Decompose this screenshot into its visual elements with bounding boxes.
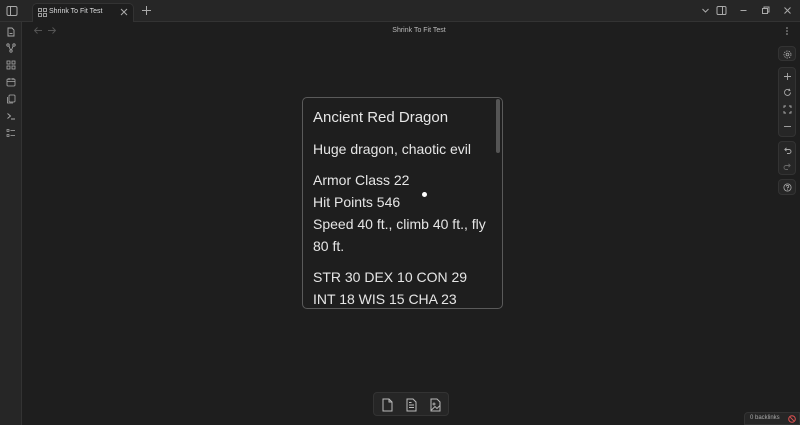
title-bar: Shrink To Fit Test <box>0 0 800 22</box>
help-icon[interactable] <box>783 183 792 192</box>
list-icon[interactable] <box>6 128 16 138</box>
minimize-icon[interactable] <box>738 5 749 16</box>
calendar-icon[interactable] <box>6 77 16 87</box>
undo-icon[interactable] <box>783 146 792 155</box>
canvas-settings-icon[interactable] <box>783 50 792 59</box>
chevron-down-icon[interactable] <box>700 5 711 16</box>
card-type-line: Huge dragon, chaotic evil <box>313 141 471 157</box>
hit-points-line: Hit Points 546 <box>313 194 401 210</box>
right-sidebar-toggle-icon[interactable] <box>716 5 727 16</box>
more-options-icon[interactable] <box>783 26 791 36</box>
reset-zoom-icon[interactable] <box>783 88 792 97</box>
add-note-icon[interactable] <box>405 398 418 412</box>
ability-scores-line: STR 30 DEX 10 CON 29 INT 18 WIS 15 CHA 2… <box>313 269 468 307</box>
canvas-text-card[interactable]: Ancient Red Dragon Huge dragon, chaotic … <box>302 97 503 309</box>
add-media-icon[interactable] <box>429 398 442 412</box>
sync-error-icon[interactable] <box>788 415 796 423</box>
card-content: Ancient Red Dragon Huge dragon, chaotic … <box>313 107 493 308</box>
backlinks-count[interactable]: 0 backlinks <box>750 415 780 421</box>
terminal-icon[interactable] <box>6 111 16 121</box>
status-bar: 0 backlinks <box>744 412 800 425</box>
close-icon[interactable] <box>120 8 128 16</box>
view-title: Shrink To Fit Test <box>392 27 446 34</box>
canvas-add-toolbar <box>373 392 449 416</box>
restore-icon[interactable] <box>760 5 771 16</box>
sidebar-toggle-icon[interactable] <box>6 5 18 17</box>
left-ribbon <box>0 22 22 425</box>
back-arrow-icon[interactable] <box>33 26 43 35</box>
canvas-icon <box>38 8 47 17</box>
canvas-icon[interactable] <box>6 60 16 70</box>
zoom-controls <box>778 67 796 137</box>
add-card-icon[interactable] <box>381 398 394 412</box>
graph-view-icon[interactable] <box>6 43 16 53</box>
history-controls <box>778 141 796 175</box>
templates-icon[interactable] <box>6 94 16 104</box>
settings-group <box>778 46 796 61</box>
speed-line: Speed 40 ft., climb 40 ft., fly 80 ft. <box>313 216 486 254</box>
close-window-icon[interactable] <box>782 5 793 16</box>
tab-label: Shrink To Fit Test <box>49 8 103 15</box>
new-tab-icon[interactable] <box>141 5 152 16</box>
zoom-in-icon[interactable] <box>783 72 792 81</box>
card-scrollbar[interactable] <box>496 99 500 153</box>
zoom-to-fit-icon[interactable] <box>783 105 792 114</box>
help-group <box>778 179 796 195</box>
tab-shrink-to-fit-test[interactable]: Shrink To Fit Test <box>32 3 134 22</box>
zoom-out-icon[interactable] <box>783 122 792 131</box>
open-quick-switcher-icon[interactable] <box>6 27 16 37</box>
mouse-cursor <box>422 192 427 197</box>
card-heading: Ancient Red Dragon <box>313 109 449 126</box>
card-defense-block: Armor Class 22 Hit Points 546 Speed 40 f… <box>313 169 493 257</box>
armor-class-line: Armor Class 22 <box>313 172 410 188</box>
forward-arrow-icon[interactable] <box>47 26 57 35</box>
redo-icon[interactable] <box>783 162 792 171</box>
